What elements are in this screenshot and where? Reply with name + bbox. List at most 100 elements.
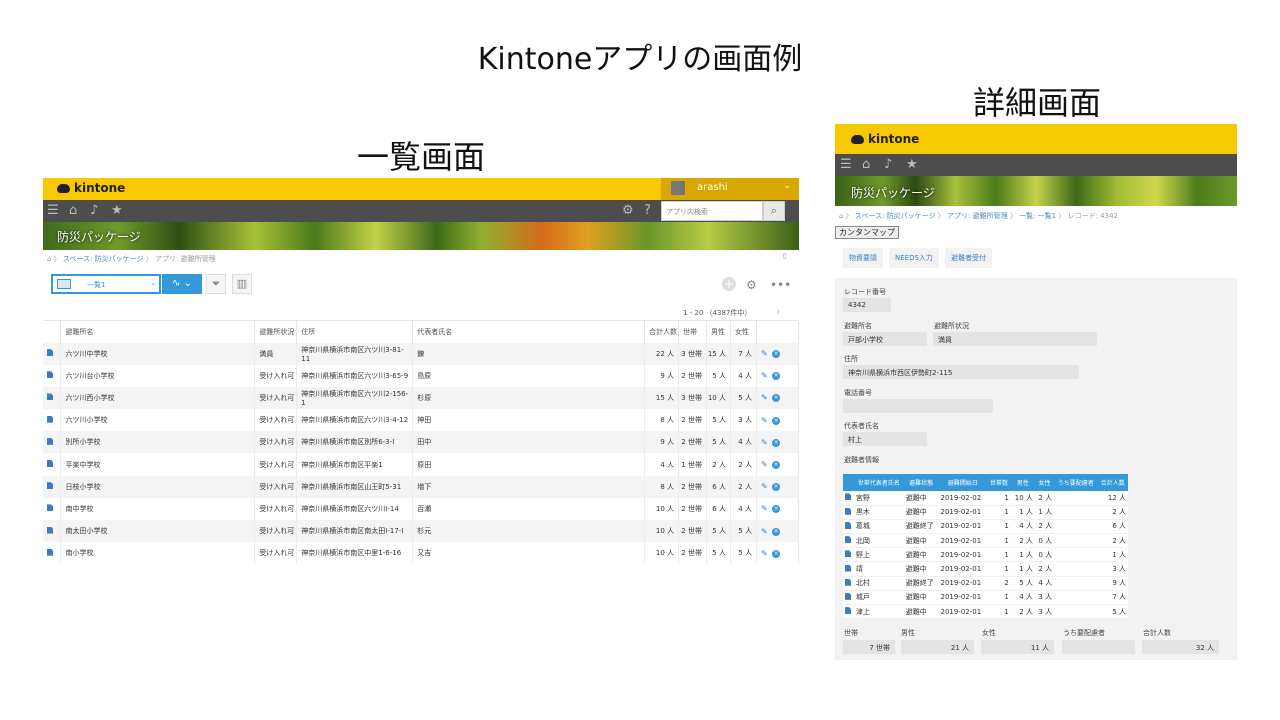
header-cell[interactable]: 住所	[296, 320, 414, 343]
breadcrumb-space-link[interactable]: スペース: 防災パッケージ	[63, 255, 144, 263]
pencil-icon[interactable]: ✎	[761, 482, 768, 491]
table-row[interactable]: 日枝小学校 受け入れ可 神奈川県横浜市南区山王町5-31 増下 8 人2 世帯 6 人2 …	[43, 475, 799, 498]
header-cell[interactable]: 女性	[730, 320, 757, 343]
document-icon[interactable]	[845, 521, 851, 529]
app-search-input[interactable]: アプリ内検索	[661, 201, 763, 221]
document-icon[interactable]	[47, 371, 53, 379]
document-icon[interactable]	[47, 526, 53, 534]
close-icon[interactable]: ×	[772, 527, 781, 536]
breadcrumb-view-link[interactable]: 一覧: 一覧1	[1019, 212, 1056, 220]
record-cell[interactable]	[43, 453, 62, 476]
record-cell[interactable]	[43, 497, 62, 520]
header-cell[interactable]: 合計人数	[644, 320, 679, 343]
document-icon[interactable]	[845, 507, 851, 515]
help-icon[interactable]: ?	[644, 203, 651, 219]
document-icon[interactable]	[47, 437, 53, 445]
pencil-icon[interactable]: ✎	[761, 527, 768, 536]
record-cell[interactable]	[43, 475, 62, 498]
star-icon[interactable]: ★	[111, 203, 123, 219]
pin-icon[interactable]: ⇧	[781, 252, 788, 261]
kintone-logo[interactable]: kintone	[851, 132, 919, 146]
close-icon[interactable]: ×	[772, 505, 781, 514]
record-cell[interactable]	[43, 520, 62, 543]
document-icon[interactable]	[47, 504, 53, 512]
record-cell[interactable]	[43, 542, 62, 565]
document-icon[interactable]	[47, 482, 53, 490]
header-cell[interactable]: 避難所状況	[254, 320, 298, 343]
document-icon[interactable]	[845, 564, 851, 572]
close-icon[interactable]: ×	[772, 372, 781, 381]
record-cell[interactable]	[43, 342, 62, 365]
document-icon[interactable]	[47, 460, 53, 468]
more-icon[interactable]: •••	[770, 278, 791, 292]
pencil-icon[interactable]: ✎	[761, 549, 768, 558]
pencil-icon[interactable]: ✎	[761, 438, 768, 447]
add-record-icon[interactable]: +	[722, 277, 736, 291]
table-row[interactable]: 別所小学校 受け入れ可 神奈川県横浜市南区別所6-3-I 田中 9 人2 世帯 5 人4 …	[43, 431, 799, 454]
close-icon[interactable]: ×	[772, 461, 781, 470]
home-icon[interactable]: ⌂	[839, 212, 843, 220]
table-row[interactable]: 南中学校 受け入れ可 神奈川県横浜市南区六ツ川I-14 百瀬 10 人2 世帯 6 人4 …	[43, 497, 799, 520]
tab-needs-input[interactable]: NEEDS入力	[889, 248, 939, 268]
view-selector[interactable]: 一覧1 ⌄	[51, 274, 161, 294]
close-icon[interactable]: ×	[772, 394, 781, 403]
close-icon[interactable]: ×	[772, 350, 781, 359]
table-row[interactable]: 南太田小学校 受け入れ可 神奈川県横浜市南区南太田I-17-I 杉元 10 人2 世帯 5…	[43, 520, 799, 543]
graph-button[interactable]: ∿ ⌄	[162, 274, 202, 294]
document-icon[interactable]	[845, 493, 851, 501]
header-cell[interactable]: 代表者氏名	[412, 320, 646, 343]
home-icon[interactable]: ⌂	[69, 203, 77, 219]
pencil-icon[interactable]: ✎	[761, 393, 768, 402]
table-row[interactable]: 平楽中学校 受け入れ可 神奈川県横浜市南区平楽1 原田 4 人1 世帯 2 人2 人 ✎ ×	[43, 453, 799, 476]
header-cell[interactable]: 避難所名	[60, 320, 256, 343]
breadcrumb-space-link[interactable]: スペース: 防災パッケージ	[855, 212, 936, 220]
document-icon[interactable]	[845, 607, 851, 615]
pencil-icon[interactable]: ✎	[761, 460, 768, 469]
record-cell[interactable]	[43, 409, 62, 432]
next-page-icon[interactable]: ›	[776, 305, 780, 318]
table-row[interactable]: 六ツ川台小学校 受け入れ可 神奈川県横浜市南区六ツ川3-65-9 島原 9 人2 世帯 5…	[43, 364, 799, 387]
home-icon[interactable]: ⌂	[862, 157, 870, 173]
tab-supply-request[interactable]: 物資要請	[843, 248, 883, 268]
table-row[interactable]: 六ツ川小学校 受け入れ可 神奈川県横浜市南区六ツ川3-4-12 神田 8 人2 世帯 5 …	[43, 409, 799, 432]
header-cell[interactable]: 世帯	[678, 320, 707, 343]
search-button[interactable]: ⌕	[763, 201, 785, 221]
document-icon[interactable]	[845, 578, 851, 586]
easy-map-button[interactable]: カンタンマップ	[835, 226, 899, 239]
table-row[interactable]: 南小学校 受け入れ可 神奈川県横浜市南区中里1-6-16 又吉 10 人2 世帯 5 人5…	[43, 542, 799, 565]
menu-icon[interactable]: ☰	[840, 157, 852, 173]
user-menu[interactable]: arashi ⌄	[661, 178, 799, 200]
table-row[interactable]: 六ツ川西小学校 受け入れ可 神奈川県横浜市南区六ツ川2-156-1 杉原 15 人3 世…	[43, 386, 799, 410]
close-icon[interactable]: ×	[772, 483, 781, 492]
star-icon[interactable]: ★	[906, 157, 918, 173]
pencil-icon[interactable]: ✎	[761, 371, 768, 380]
kintone-logo[interactable]: kintone	[57, 181, 125, 195]
record-cell[interactable]	[43, 364, 62, 387]
document-icon[interactable]	[47, 415, 53, 423]
close-icon[interactable]: ×	[772, 416, 781, 425]
home-icon[interactable]: ⌂	[47, 255, 51, 263]
chart-button[interactable]: ▥	[232, 274, 252, 294]
breadcrumb-app[interactable]: アプリ: 避難所管理	[155, 255, 216, 263]
record-cell[interactable]	[43, 431, 62, 454]
document-icon[interactable]	[47, 349, 53, 357]
record-cell[interactable]	[43, 386, 62, 410]
bell-icon[interactable]: ♪	[884, 157, 892, 173]
pencil-icon[interactable]: ✎	[761, 349, 768, 358]
gear-icon[interactable]: ⚙	[746, 278, 757, 292]
filter-button[interactable]: ⏷	[206, 274, 226, 294]
document-icon[interactable]	[845, 550, 851, 558]
close-icon[interactable]: ×	[772, 438, 781, 447]
bell-icon[interactable]: ♪	[90, 203, 98, 219]
pencil-icon[interactable]: ✎	[761, 504, 768, 513]
document-icon[interactable]	[47, 548, 53, 556]
tab-evacuee-reception[interactable]: 避難者受付	[945, 248, 992, 268]
gear-icon[interactable]: ⚙	[622, 203, 634, 219]
close-icon[interactable]: ×	[772, 549, 781, 558]
document-icon[interactable]	[47, 393, 53, 401]
menu-icon[interactable]: ☰	[47, 203, 59, 219]
header-cell[interactable]: 男性	[706, 320, 731, 343]
breadcrumb-app-link[interactable]: アプリ: 避難所管理	[947, 212, 1008, 220]
pencil-icon[interactable]: ✎	[761, 416, 768, 425]
document-icon[interactable]	[845, 536, 851, 544]
